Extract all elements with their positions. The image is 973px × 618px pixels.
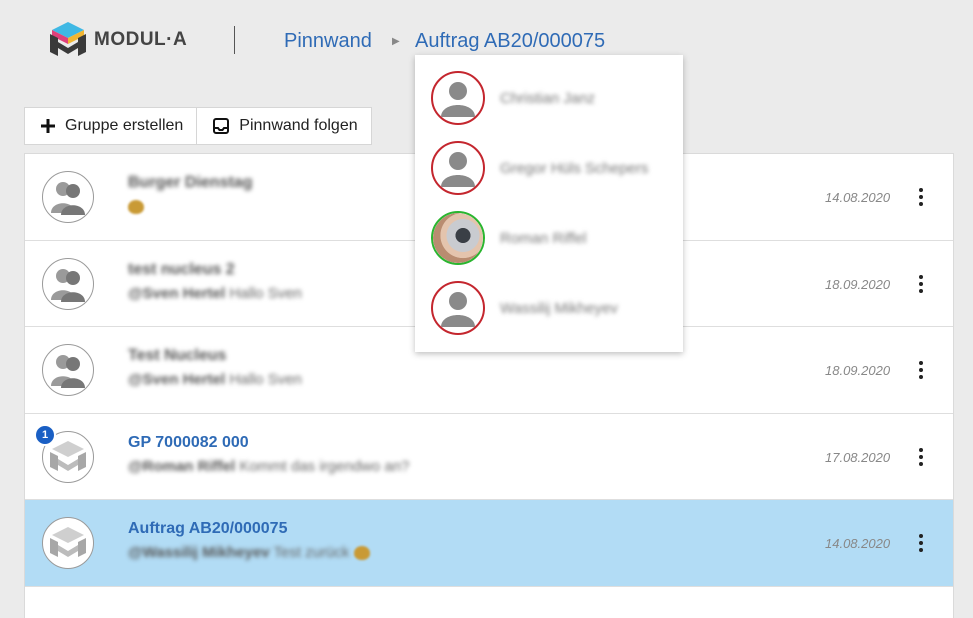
people-group-icon xyxy=(51,355,85,388)
member-item[interactable]: Wassilij Mikheyev xyxy=(431,280,671,336)
members-dropdown: Christian Janz Gregor Hüls Schepers Roma… xyxy=(415,55,683,352)
breadcrumb-current[interactable]: Auftrag AB20/000075 xyxy=(415,30,605,53)
more-options-icon[interactable] xyxy=(917,534,925,552)
group-avatar xyxy=(42,171,94,223)
thread-message: Hallo Sven xyxy=(229,284,302,302)
thread-title: Auftrag AB20/000075 xyxy=(128,520,288,537)
create-group-button[interactable]: Gruppe erstellen xyxy=(25,108,196,144)
follow-board-label: Pinnwand folgen xyxy=(239,117,358,134)
more-options-icon[interactable] xyxy=(917,274,925,293)
logo-text: MODUL·A xyxy=(94,29,188,50)
thread-date: 18.09.2020 xyxy=(825,363,891,378)
member-name: Christian Janz xyxy=(500,89,596,107)
thread-title: Burger Dienstag xyxy=(128,174,253,191)
unread-badge: 1 xyxy=(34,424,56,446)
thread-title: test nucleus 2 xyxy=(128,260,235,278)
thread-mention: @Sven Hertel xyxy=(128,284,226,302)
person-icon xyxy=(441,152,475,187)
emoji-icon xyxy=(353,546,370,561)
board-toolbar: Gruppe erstellen Pinnwand folgen xyxy=(24,107,372,145)
thread-title: Test Nucleus xyxy=(128,347,227,364)
modula-logo-icon xyxy=(50,527,86,557)
people-group-icon xyxy=(51,182,85,215)
thread-preview xyxy=(128,198,144,215)
thread-mention: @Wassilij Mikheyev xyxy=(128,544,270,561)
member-avatar-offline xyxy=(431,141,485,195)
member-avatar-online xyxy=(431,211,485,265)
thread-row[interactable]: GP 7000082 000 @Roman Riffel Kommt das i… xyxy=(25,414,953,500)
modula-logo[interactable]: MODUL·A xyxy=(48,22,187,58)
thread-message: Test zurück xyxy=(273,544,350,561)
chevron-right-icon: ▶ xyxy=(392,36,400,47)
thread-message: Kommt das irgendwo an? xyxy=(239,457,410,475)
thread-preview: @Sven Hertel Hallo Sven xyxy=(128,285,302,302)
profile-photo xyxy=(433,213,483,263)
group-avatar xyxy=(42,344,94,396)
plus-icon xyxy=(41,119,55,133)
member-name: Roman Riffel xyxy=(500,229,587,247)
emoji-icon xyxy=(128,200,144,215)
member-item[interactable]: Gregor Hüls Schepers xyxy=(431,140,671,196)
thread-date: 18.09.2020 xyxy=(825,276,891,292)
thread-mention: @Sven Hertel xyxy=(128,371,226,388)
thread-preview: @Wassilij Mikheyev Test zurück xyxy=(128,544,370,561)
group-avatar xyxy=(42,257,94,310)
person-icon xyxy=(441,82,475,117)
thread-mention: @Roman Riffel xyxy=(128,457,236,475)
member-avatar-offline xyxy=(431,281,485,335)
member-name: Gregor Hüls Schepers xyxy=(500,159,649,177)
more-options-icon[interactable] xyxy=(917,188,925,206)
person-icon xyxy=(441,292,475,327)
board-avatar xyxy=(42,517,94,569)
member-name: Wassilij Mikheyev xyxy=(500,299,618,317)
modula-logo-icon xyxy=(50,22,86,56)
more-options-icon[interactable] xyxy=(917,361,925,379)
thread-preview: @Sven Hertel Hallo Sven xyxy=(128,371,302,388)
thread-date: 17.08.2020 xyxy=(825,449,891,465)
header-divider xyxy=(234,26,235,54)
thread-message: Hallo Sven xyxy=(229,371,302,388)
breadcrumb-pinnwand[interactable]: Pinnwand xyxy=(284,30,372,53)
member-item[interactable]: Christian Janz xyxy=(431,70,671,126)
create-group-label: Gruppe erstellen xyxy=(65,117,184,134)
more-options-icon[interactable] xyxy=(917,447,925,466)
thread-date: 14.08.2020 xyxy=(825,536,891,551)
follow-board-button[interactable]: Pinnwand folgen xyxy=(196,108,370,144)
thread-preview: @Roman Riffel Kommt das irgendwo an? xyxy=(128,458,409,475)
thread-title: GP 7000082 000 xyxy=(128,433,249,451)
thread-row-active[interactable]: Auftrag AB20/000075 @Wassilij Mikheyev T… xyxy=(25,500,953,587)
member-item[interactable]: Roman Riffel xyxy=(431,210,671,266)
thread-date: 14.08.2020 xyxy=(825,190,891,205)
inbox-icon xyxy=(213,118,230,134)
member-avatar-offline xyxy=(431,71,485,125)
people-group-icon xyxy=(51,268,85,302)
